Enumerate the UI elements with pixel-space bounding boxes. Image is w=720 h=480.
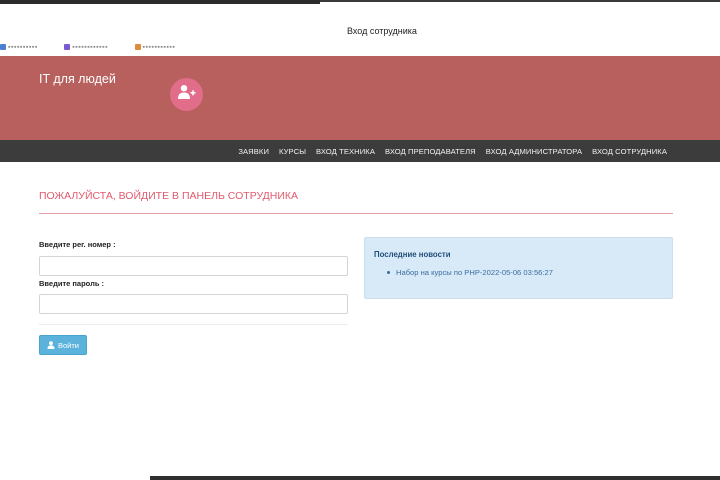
password-label: Введите пароль : bbox=[39, 279, 105, 288]
site-header: IT для людей bbox=[0, 56, 720, 140]
bookmark-label: ▪▪▪▪▪▪▪▪▪▪▪ bbox=[142, 44, 176, 51]
news-panel: Последние новости Набор на курсы по PHP-… bbox=[364, 237, 673, 299]
page-title: ПОЖАЛУЙСТА, ВОЙДИТЕ В ПАНЕЛЬ СОТРУДНИКА bbox=[39, 190, 299, 202]
login-button[interactable]: Войти bbox=[39, 335, 87, 355]
bookmark-icon bbox=[134, 44, 141, 51]
bookmark-item[interactable]: ▪▪▪▪▪▪▪▪▪▪▪ bbox=[134, 44, 188, 51]
title-divider bbox=[39, 213, 673, 214]
login-button-label: Войти bbox=[58, 340, 79, 350]
bookmark-item[interactable]: ▪▪▪▪▪▪▪▪▪▪▪▪ bbox=[64, 44, 120, 51]
browser-tab-title[interactable]: Вход сотрудника bbox=[347, 26, 417, 36]
logo-badge bbox=[170, 78, 203, 111]
nav-item-employee-login[interactable]: ВХОД СОТРУДНИКА bbox=[592, 147, 667, 156]
nav-item-admin-login[interactable]: ВХОД АДМИНИСТРАТОРА bbox=[486, 147, 582, 156]
news-title: Последние новости bbox=[374, 250, 451, 259]
password-input[interactable] bbox=[39, 294, 348, 314]
bookmark-icon bbox=[64, 44, 71, 51]
reg-number-label: Введите рег. номер : bbox=[39, 240, 116, 249]
bookmark-label: ▪▪▪▪▪▪▪▪▪▪▪▪ bbox=[72, 44, 109, 51]
nav-item-requests[interactable]: ЗАЯВКИ bbox=[238, 147, 269, 156]
bookmark-item[interactable]: ▪▪▪▪▪▪▪▪▪▪ bbox=[0, 44, 50, 51]
reg-number-input[interactable] bbox=[39, 256, 348, 276]
nav-item-technician-login[interactable]: ВХОД ТЕХНИКА bbox=[316, 147, 375, 156]
bookmarks-bar: ▪▪▪▪▪▪▪▪▪▪ ▪▪▪▪▪▪▪▪▪▪▪▪ ▪▪▪▪▪▪▪▪▪▪▪ bbox=[0, 44, 260, 52]
nav-list: ЗАЯВКИ КУРСЫ ВХОД ТЕХНИКА ВХОД ПРЕПОДАВА… bbox=[228, 140, 667, 162]
add-user-icon bbox=[177, 84, 197, 105]
form-divider bbox=[39, 324, 348, 325]
bookmark-icon bbox=[0, 44, 6, 51]
browser-bottom-bar bbox=[150, 476, 720, 480]
main-navbar: ЗАЯВКИ КУРСЫ ВХОД ТЕХНИКА ВХОД ПРЕПОДАВА… bbox=[0, 140, 720, 162]
nav-item-courses[interactable]: КУРСЫ bbox=[279, 147, 306, 156]
site-brand[interactable]: IT для людей bbox=[39, 72, 116, 86]
news-list: Набор на курсы по PHP-2022-05-06 03:56:2… bbox=[387, 268, 553, 277]
bookmark-label: ▪▪▪▪▪▪▪▪▪▪ bbox=[8, 44, 38, 51]
nav-item-teacher-login[interactable]: ВХОД ПРЕПОДАВАТЕЛЯ bbox=[385, 147, 476, 156]
user-icon bbox=[47, 341, 55, 349]
browser-chrome: Вход сотрудника ▪▪▪▪▪▪▪▪▪▪ ▪▪▪▪▪▪▪▪▪▪▪▪ … bbox=[0, 0, 720, 56]
browser-top-bar bbox=[0, 0, 320, 4]
news-item[interactable]: Набор на курсы по PHP-2022-05-06 03:56:2… bbox=[387, 268, 553, 277]
browser-top-bar-right bbox=[320, 0, 720, 2]
